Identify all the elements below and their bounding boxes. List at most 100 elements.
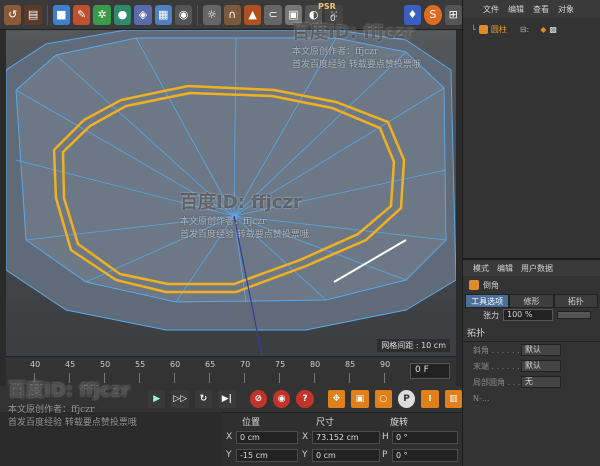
prop-end: 末端 . . . . . . . 默认 — [463, 358, 600, 374]
prop-miter: 斜角 . . . . . . . 默认 — [463, 342, 600, 358]
rotation-header: 旋转 — [390, 418, 409, 428]
position-x-field[interactable]: 0 cm — [236, 431, 298, 444]
rotation-h-field[interactable]: 0 ° — [392, 431, 458, 444]
grid-key-icon[interactable]: ⁞ — [421, 390, 439, 408]
visibility-icon[interactable]: ⊟: — [520, 25, 529, 34]
watermark-center: 百度ID: ffjczr 本文原创作者：ffjczr 首发百度经验 转载要点赞投… — [180, 188, 309, 240]
loop-icon[interactable]: ↻ — [194, 390, 213, 408]
snap-icon[interactable]: S — [424, 4, 442, 25]
partial-rounding-dropdown[interactable]: 无 — [521, 376, 561, 388]
timeline-tick-label: 85 — [345, 360, 356, 369]
menu-view[interactable]: 查看 — [533, 4, 549, 15]
param-key-icon[interactable]: P — [397, 390, 416, 408]
strength-label: 张力 — [483, 310, 499, 320]
object-name[interactable]: 圆柱 — [491, 24, 507, 35]
grid-toggle-icon[interactable]: ⊞ — [444, 4, 462, 25]
strength-field[interactable]: 100 % — [503, 309, 553, 321]
autokey-icon[interactable]: ◉ — [272, 390, 291, 408]
film-strip-icon[interactable]: ▥ — [444, 390, 463, 408]
toolbar-divider — [197, 4, 199, 25]
timeline-tick-mark — [244, 373, 245, 383]
checker-icon[interactable]: ▩ — [549, 25, 557, 34]
next-key-icon[interactable]: ▷▷ — [171, 390, 189, 408]
undo-icon[interactable]: ↺ — [4, 4, 22, 25]
timeline-tick-label: 75 — [275, 360, 286, 369]
help-icon[interactable]: ? — [296, 390, 314, 408]
watermark-line: 本文原创作者：ffjczr — [8, 405, 95, 415]
timeline-tick-label: 55 — [135, 360, 146, 369]
watermark-line: 首发百度经验 转载要点赞投票哦 — [8, 418, 137, 428]
sphere-icon[interactable]: ● — [113, 4, 132, 25]
magnet-icon[interactable]: ∩ — [223, 4, 241, 25]
coord-row-x: X 0 cm X 73.152 cm H 0 ° — [222, 431, 462, 445]
menu-edit[interactable]: 编辑 — [508, 4, 524, 15]
topology-section-header: 拓扑 — [463, 326, 600, 342]
position-y-field[interactable]: -15 cm — [236, 449, 298, 462]
pen-icon[interactable]: ✎ — [73, 4, 91, 25]
timeline-tick-mark — [314, 373, 315, 383]
cylinder-icon — [478, 24, 488, 34]
film-icon[interactable]: ▤ — [24, 4, 42, 25]
hierarchy-icon: └ — [471, 24, 476, 34]
light-icon[interactable]: ☼ — [203, 4, 221, 25]
strength-slider[interactable] — [557, 311, 591, 319]
timeline-tick-mark — [139, 373, 140, 383]
watermark-top: 百度ID: ffjczr 本文原创作者：ffjczr 首发百度经验 转载要点赞投… — [292, 18, 421, 70]
size-y-field[interactable]: 0 cm — [312, 449, 380, 462]
grid-plane-icon[interactable]: ▦ — [154, 4, 172, 25]
attribute-tabs: 工具选项 修形 拓扑 — [465, 294, 598, 308]
axis-label: Y — [302, 450, 308, 460]
menu-mode[interactable]: 模式 — [473, 263, 489, 274]
tag-icon[interactable]: ◆ — [540, 25, 546, 34]
miter-dropdown[interactable]: 默认 — [521, 344, 561, 356]
menu-file[interactable]: 文件 — [483, 4, 499, 15]
coordinates-manager: 位置 尺寸 旋转 X 0 cm X 73.152 cm H 0 ° Y -15 … — [222, 412, 462, 466]
psr-label: PSR — [318, 2, 336, 11]
timeline-tick-label: 40 — [30, 360, 41, 369]
watermark-title: 百度ID: ffjczr — [180, 192, 302, 213]
timeline-tick-label: 65 — [205, 360, 216, 369]
gear-icon[interactable]: ✲ — [93, 4, 111, 25]
timeline-tick-mark — [174, 373, 175, 383]
axis-label: Y — [226, 450, 232, 460]
menu-object[interactable]: 对象 — [558, 4, 574, 15]
camera-icon[interactable]: ◉ — [174, 4, 193, 25]
tab-tool-options[interactable]: 工具选项 — [465, 294, 510, 308]
bevel-icon — [469, 280, 479, 290]
attribute-object-label: 倒角 — [483, 280, 499, 290]
strength-row: 张力 100 % — [463, 308, 600, 322]
size-x-field[interactable]: 73.152 cm — [312, 431, 380, 444]
end-dropdown[interactable]: 默认 — [521, 360, 561, 372]
object-row-cylinder[interactable]: └ 圆柱 ⊟: ◆ ▩ — [463, 22, 600, 36]
record-icon[interactable]: ⊘ — [249, 390, 267, 408]
size-header: 尺寸 — [316, 418, 335, 428]
current-frame-field[interactable]: 0 F — [410, 363, 450, 379]
watermark-bottom: 百度ID: ffjczr 本文原创作者：ffjczr 首发百度经验 转载要点赞投… — [8, 376, 137, 428]
spline-icon[interactable]: ⊂ — [264, 4, 282, 25]
watermark-line: 本文原创作者：ffjczr — [180, 217, 267, 227]
nurbs-icon[interactable]: ◈ — [134, 4, 152, 25]
rotate-key-icon[interactable]: ○ — [374, 390, 392, 408]
watermark-line: 本文原创作者：ffjczr — [292, 47, 379, 57]
timeline-tick-mark — [279, 373, 280, 383]
cube-icon[interactable]: ■ — [52, 4, 70, 25]
menu-edit[interactable]: 编辑 — [497, 263, 513, 274]
timeline-tick-label: 50 — [100, 360, 111, 369]
goto-end-icon[interactable]: ▶| — [218, 390, 236, 408]
grid-spacing-readout: 网格间距 : 10 cm — [377, 339, 450, 352]
menu-user-data[interactable]: 用户数据 — [521, 263, 553, 274]
play-icon[interactable]: ▶ — [148, 390, 166, 408]
attribute-object-header: 倒角 — [463, 276, 600, 294]
tab-shaping[interactable]: 修形 — [509, 294, 554, 308]
scale-key-icon[interactable]: ▣ — [351, 390, 369, 408]
axis-label: P — [382, 450, 388, 460]
watermark-title: 百度ID: ffjczr — [292, 22, 414, 43]
paint-icon[interactable]: ▲ — [243, 4, 262, 25]
tab-topology[interactable]: 拓扑 — [553, 294, 598, 308]
timeline-tick-mark — [349, 373, 350, 383]
timeline-tick-label: 60 — [170, 360, 181, 369]
axis-label: X — [226, 432, 233, 442]
move-key-icon[interactable]: ✥ — [327, 390, 346, 408]
prop-ngon: N-... — [463, 390, 600, 406]
rotation-p-field[interactable]: 0 ° — [392, 449, 458, 462]
